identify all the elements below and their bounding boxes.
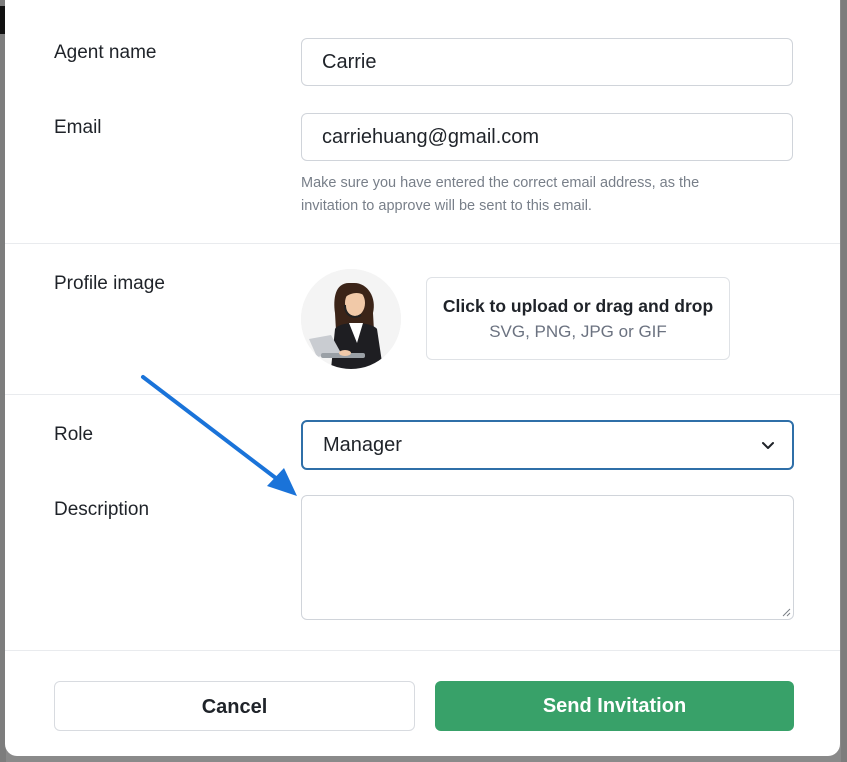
resize-handle-icon[interactable] <box>781 607 791 617</box>
background-page-right <box>841 0 847 762</box>
email-help-text: Make sure you have entered the correct e… <box>301 172 771 218</box>
section-divider <box>5 394 840 395</box>
email-label: Email <box>54 117 102 138</box>
avatar <box>301 269 401 369</box>
email-help-line1: Make sure you have entered the correct e… <box>301 175 700 191</box>
profile-image-label: Profile image <box>54 273 165 294</box>
role-label: Role <box>54 424 94 445</box>
role-select[interactable]: Manager <box>301 420 794 470</box>
footer-divider <box>5 650 840 651</box>
upload-formats: SVG, PNG, JPG or GIF <box>489 322 667 341</box>
role-selected-value: Manager <box>323 434 402 456</box>
section-divider <box>5 243 840 244</box>
chevron-down-icon <box>762 442 774 449</box>
agent-name-input[interactable] <box>301 38 793 86</box>
description-label: Description <box>54 499 150 520</box>
agent-name-label: Agent name <box>54 42 157 63</box>
description-textarea[interactable] <box>301 495 794 620</box>
email-input[interactable] <box>301 113 793 161</box>
invite-agent-modal: Agent name Email Make sure you have ente… <box>5 0 840 756</box>
cancel-button[interactable]: Cancel <box>54 681 415 731</box>
upload-title: Click to upload or drag and drop <box>442 296 714 316</box>
send-invitation-button[interactable]: Send Invitation <box>435 681 794 731</box>
avatar-photo <box>301 269 401 369</box>
upload-dropzone[interactable]: Click to upload or drag and drop SVG, PN… <box>426 277 730 360</box>
email-help-line2: invitation to approve will be sent to th… <box>301 198 592 214</box>
